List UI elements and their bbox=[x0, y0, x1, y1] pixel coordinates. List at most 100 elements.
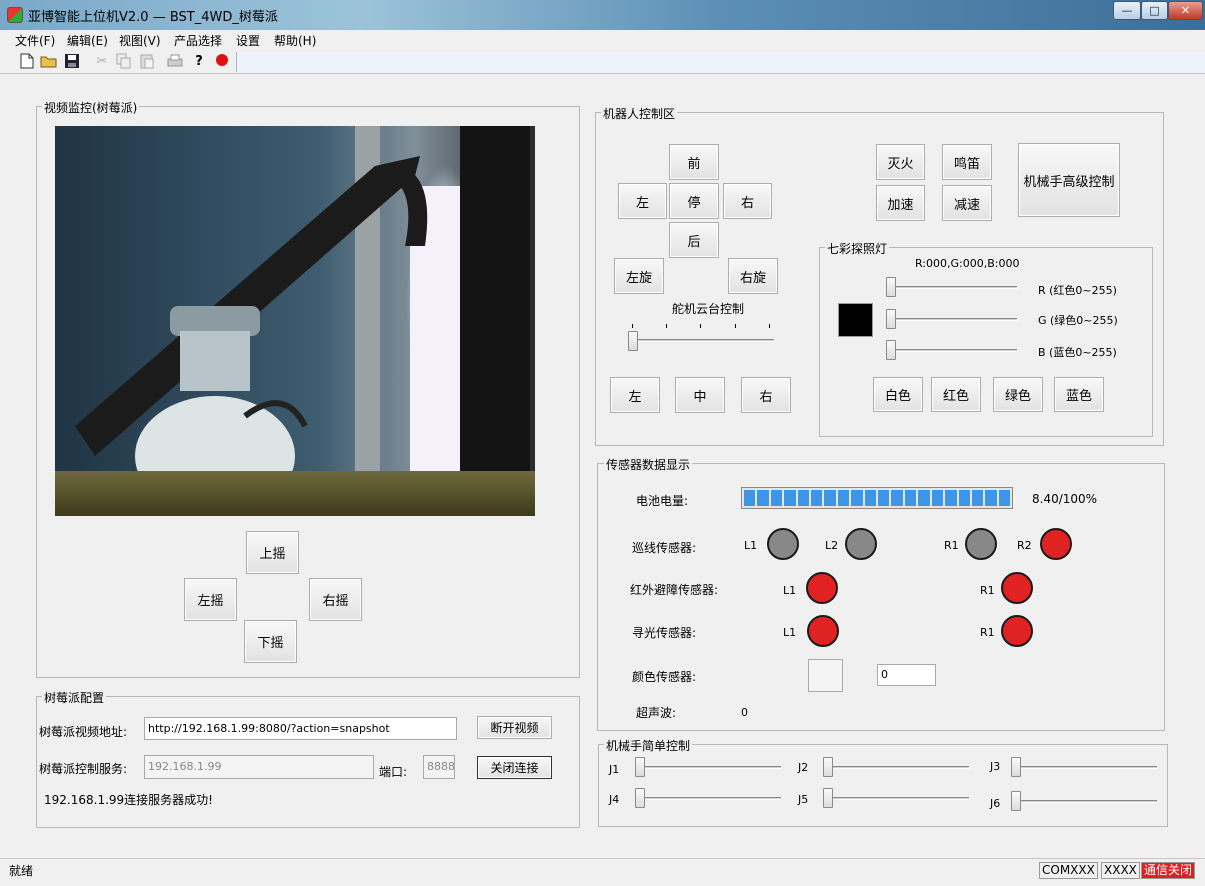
battery-segment bbox=[837, 490, 850, 506]
battery-segment bbox=[811, 490, 823, 506]
light-r1-led bbox=[1001, 615, 1033, 647]
tilt-down-button[interactable]: 下摇 bbox=[244, 620, 297, 663]
menu-settings[interactable]: 设置 bbox=[236, 32, 260, 49]
light-seek-sensor-label: 寻光传感器: bbox=[632, 626, 697, 640]
servo-right-button[interactable]: 右 bbox=[741, 377, 791, 413]
light-l1-led bbox=[807, 615, 839, 647]
minimize-button[interactable]: — bbox=[1113, 1, 1141, 20]
green-slider-track[interactable] bbox=[886, 318, 1017, 321]
servo-tick bbox=[700, 324, 701, 328]
servo-left-button[interactable]: 左 bbox=[610, 377, 660, 413]
menu-product[interactable]: 产品选择 bbox=[174, 32, 222, 49]
battery-segment bbox=[864, 490, 877, 506]
joint-j2-track[interactable] bbox=[823, 766, 969, 769]
red-light-button[interactable]: 红色 bbox=[931, 377, 981, 412]
rgb-color-swatch bbox=[838, 303, 873, 337]
close-window-button[interactable]: ✕ bbox=[1168, 1, 1203, 20]
joint-j1-thumb[interactable] bbox=[635, 757, 645, 777]
color-sensor-swatch bbox=[808, 659, 843, 692]
joint-j5-track[interactable] bbox=[823, 797, 969, 800]
joint-j4-track[interactable] bbox=[635, 797, 781, 800]
battery-segment bbox=[985, 490, 997, 506]
menu-file[interactable]: 文件(F) bbox=[15, 32, 55, 49]
servo-tick bbox=[735, 324, 736, 328]
video-feed bbox=[55, 126, 535, 516]
joint-j5-thumb[interactable] bbox=[823, 788, 833, 808]
joint-j1-track[interactable] bbox=[635, 766, 781, 769]
servo-tick bbox=[632, 324, 633, 328]
green-slider-thumb[interactable] bbox=[886, 309, 896, 329]
paste-icon[interactable] bbox=[138, 53, 156, 71]
speed-down-button[interactable]: 减速 bbox=[942, 185, 992, 221]
open-folder-icon[interactable] bbox=[40, 53, 58, 71]
spin-right-button[interactable]: 右旋 bbox=[728, 258, 778, 294]
blue-slider-thumb[interactable] bbox=[886, 340, 896, 360]
turn-right-button[interactable]: 右 bbox=[723, 183, 772, 219]
new-file-icon[interactable] bbox=[18, 53, 36, 71]
backward-button[interactable]: 后 bbox=[669, 222, 719, 258]
blue-light-button[interactable]: 蓝色 bbox=[1054, 377, 1104, 412]
turn-left-button[interactable]: 左 bbox=[618, 183, 667, 219]
horn-button[interactable]: 鸣笛 bbox=[942, 144, 992, 180]
pan-right-button[interactable]: 右摇 bbox=[309, 578, 362, 621]
battery-segment bbox=[744, 490, 756, 506]
servo-slider-track[interactable] bbox=[628, 339, 774, 342]
joint-j6-track[interactable] bbox=[1011, 800, 1157, 803]
arm-advanced-button[interactable]: 机械手高级控制 bbox=[1018, 143, 1120, 217]
menu-view[interactable]: 视图(V) bbox=[119, 32, 161, 49]
close-connection-button[interactable]: 关闭连接 bbox=[477, 756, 552, 779]
joint-j3-thumb[interactable] bbox=[1011, 757, 1021, 777]
battery-segment bbox=[918, 490, 930, 506]
window-title: 亚博智能上位机V2.0 — BST_4WD_树莓派 bbox=[28, 10, 278, 25]
spin-left-button[interactable]: 左旋 bbox=[614, 258, 664, 294]
battery-segment bbox=[998, 490, 1011, 506]
ir-led-name: R1 bbox=[980, 584, 995, 597]
forward-button[interactable]: 前 bbox=[669, 144, 719, 180]
red-slider-track[interactable] bbox=[886, 286, 1017, 289]
help-icon[interactable]: ? bbox=[190, 53, 208, 71]
joint-j6-thumb[interactable] bbox=[1011, 791, 1021, 811]
print-icon[interactable] bbox=[166, 53, 184, 71]
fire-off-button[interactable]: 灭火 bbox=[876, 144, 925, 180]
battery-value: 8.40/100% bbox=[1032, 492, 1098, 506]
tilt-up-button[interactable]: 上摇 bbox=[246, 531, 299, 574]
joint-j4-thumb[interactable] bbox=[635, 788, 645, 808]
pan-left-button[interactable]: 左摇 bbox=[184, 578, 237, 621]
speed-up-button[interactable]: 加速 bbox=[876, 185, 925, 221]
status-com-port: COMXXX bbox=[1039, 862, 1098, 879]
joint-j2-thumb[interactable] bbox=[823, 757, 833, 777]
joint-label: J5 bbox=[798, 793, 809, 806]
white-light-button[interactable]: 白色 bbox=[873, 377, 923, 412]
blue-slider-track[interactable] bbox=[886, 349, 1017, 352]
ir-l1-led bbox=[806, 572, 838, 604]
cut-icon[interactable]: ✂ bbox=[93, 53, 111, 71]
ir-led-name: L1 bbox=[783, 584, 797, 597]
light-led-name: L1 bbox=[783, 626, 797, 639]
record-icon[interactable] bbox=[213, 53, 231, 71]
servo-slider-thumb[interactable] bbox=[628, 331, 638, 351]
green-light-button[interactable]: 绿色 bbox=[993, 377, 1043, 412]
copy-icon[interactable] bbox=[115, 53, 133, 71]
save-icon[interactable] bbox=[63, 53, 81, 71]
line-led-name: L1 bbox=[744, 539, 758, 552]
line-sensor-label: 巡线传感器: bbox=[632, 541, 697, 555]
maximize-button[interactable]: □ bbox=[1141, 1, 1168, 20]
video-address-input[interactable]: http://192.168.1.99:8080/?action=snapsho… bbox=[144, 717, 457, 740]
servo-tick bbox=[666, 324, 667, 328]
red-slider-thumb[interactable] bbox=[886, 277, 896, 297]
color-sensor-value[interactable]: 0 bbox=[877, 664, 936, 686]
menu-edit[interactable]: 编辑(E) bbox=[67, 32, 108, 49]
servo-center-button[interactable]: 中 bbox=[675, 377, 725, 413]
battery-segment bbox=[904, 490, 917, 506]
stop-button[interactable]: 停 bbox=[669, 183, 719, 219]
video-address-label: 树莓派视频地址: bbox=[39, 725, 128, 739]
joint-j3-track[interactable] bbox=[1011, 766, 1157, 769]
port-input[interactable]: 8888 bbox=[423, 755, 455, 779]
joint-label: J3 bbox=[990, 760, 1001, 773]
disconnect-video-button[interactable]: 断开视频 bbox=[477, 716, 552, 739]
menu-help[interactable]: 帮助(H) bbox=[274, 32, 316, 49]
rgb-readout: R:000,G:000,B:000 bbox=[915, 257, 1020, 270]
control-ip-input[interactable]: 192.168.1.99 bbox=[144, 755, 374, 779]
battery-segment bbox=[958, 490, 970, 506]
battery-segment bbox=[797, 490, 810, 506]
